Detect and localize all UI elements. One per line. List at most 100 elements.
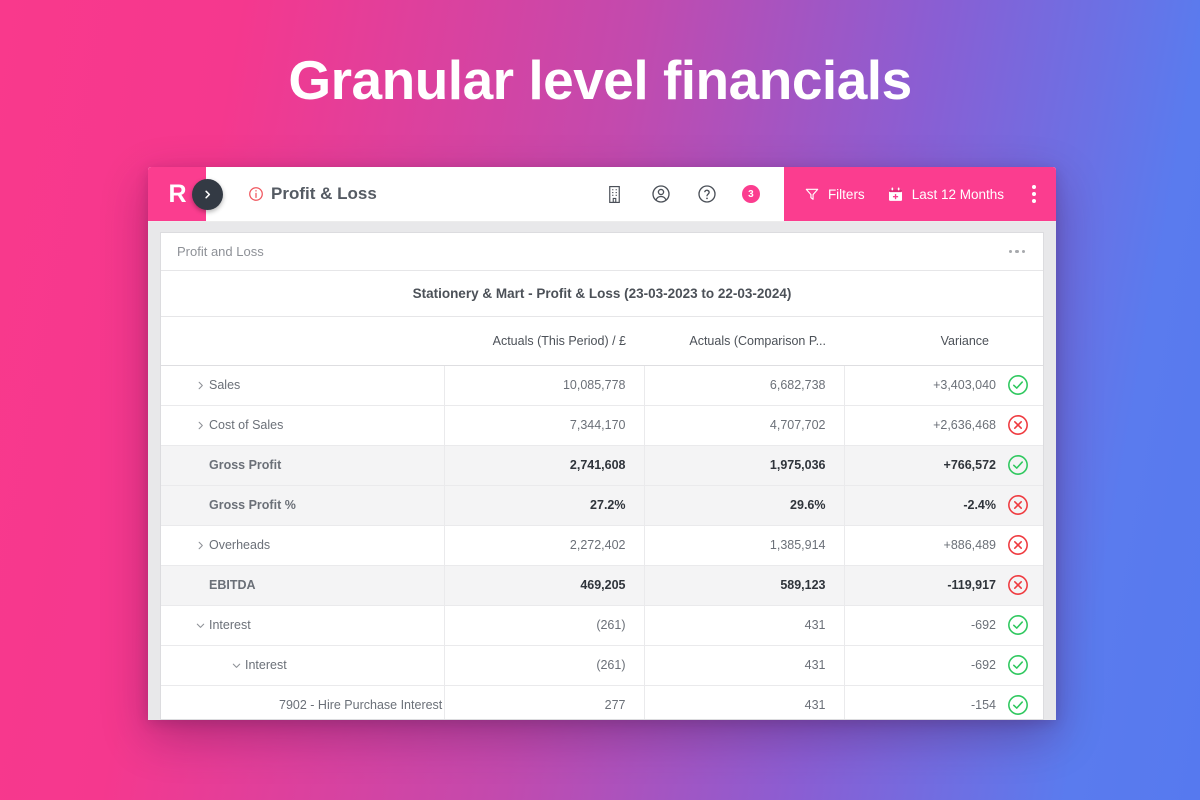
notification-badge[interactable]: 3 [741,185,760,203]
status-badge [1007,614,1029,636]
row-label-cell: Interest [161,645,444,686]
row-actuals-comparison-cell: 589,123 [643,564,844,606]
table-body: Sales 10,085,778 6,682,738 +3,403,040 Cost o… [161,365,1044,719]
row-label-inner: Gross Profit % [175,498,444,512]
table-row[interactable]: EBITDA 469,205 589,123 -119,917 [161,564,1043,606]
status-badge [1007,694,1029,716]
row-label-text: EBITDA [209,578,256,592]
row-actuals-this-period-cell: 2,272,402 [443,525,644,566]
row-actuals-this-period-cell: (261) [443,645,644,686]
column-header-actuals-this-period[interactable]: Actuals (This Period) / £ [444,317,644,366]
date-range-button[interactable]: Last 12 Months [887,186,1004,203]
row-variance-cell: +886,489 [843,525,1044,566]
row-actuals-comparison-cell: 4,707,702 [643,405,844,446]
row-actuals-this-period-cell: 10,085,778 [443,365,644,406]
nav-toggle-button[interactable] [192,179,223,210]
table-row[interactable]: Interest (261) 431 -692 [161,605,1044,646]
table-row[interactable]: Sales 10,085,778 6,682,738 +3,403,040 [161,365,1044,406]
variance-wrapper: -692 [845,614,1044,636]
table-row[interactable]: 7902 - Hire Purchase Interest 277 431 -154 [161,685,1043,719]
account-icon[interactable] [650,183,672,205]
column-header-variance[interactable]: Variance [844,317,1043,366]
variance-wrapper: +2,636,468 [845,414,1044,436]
row-label-text: Interest [209,618,251,632]
status-cross-icon [1008,575,1028,595]
variance-value: -154 [970,698,996,712]
report-title: Stationery & Mart - Profit & Loss (23-03… [412,286,792,301]
row-expander-toggle[interactable] [227,660,245,671]
chevron-right-icon [205,190,211,199]
row-label-inner: Sales [175,378,444,392]
row-actuals-comparison-cell: 431 [643,645,844,686]
filters-button[interactable]: Filters [804,186,865,202]
row-label-inner: Cost of Sales [175,418,444,432]
table-row[interactable]: Overheads 2,272,402 1,385,914 +886,489 [161,525,1044,566]
chevron-down-icon [196,623,204,628]
row-variance-cell: +3,403,040 [843,365,1044,406]
status-badge [1007,574,1029,596]
row-variance-cell: -119,917 [843,564,1043,606]
column-header-actuals-comparison[interactable]: Actuals (Comparison P... [644,317,844,366]
card-header: Profit and Loss [161,233,1043,271]
banner: Granular level financials [0,0,1200,160]
table-row[interactable]: Gross Profit 2,741,608 1,975,036 +766,572 [161,444,1043,486]
status-badge [1007,374,1029,396]
row-label-cell: Sales [161,365,444,406]
row-label-inner: EBITDA [175,578,444,592]
breadcrumb: Profit and Loss [177,244,264,259]
row-label-inner: Gross Profit [175,458,444,472]
topbar-actions: Filters Last 12 Months [783,167,1056,221]
status-cross-icon [1008,495,1028,515]
info-circle-icon[interactable] [248,186,264,202]
status-cross-icon [1008,415,1028,435]
status-badge [1007,454,1029,476]
row-actuals-comparison-cell: 431 [643,685,844,719]
kebab-menu-icon[interactable] [1026,181,1042,207]
table-row[interactable]: Interest (261) 431 -692 [161,645,1044,686]
column-header-label [161,317,444,366]
building-icon[interactable] [604,183,626,205]
variance-wrapper: -692 [845,654,1044,676]
table-header-row: Actuals (This Period) / £ Actuals (Compa… [161,317,1043,366]
row-label-inner: Interest [175,618,444,632]
app-content: Profit and Loss Stationery & Mart - Prof… [148,222,1056,720]
table-row[interactable]: Gross Profit % 27.2% 29.6% -2.4% [161,484,1043,526]
variance-value: +886,489 [943,538,996,552]
row-label-cell: Interest [161,605,444,646]
status-cross-icon [1008,535,1028,555]
chevron-right-icon [198,541,203,549]
row-actuals-this-period-cell: 27.2% [443,484,644,526]
ellipsis-horizontal-icon[interactable] [1007,244,1028,260]
table-row[interactable]: Cost of Sales 7,344,170 4,707,702 +2,636,46… [161,405,1044,446]
app-window: R Profit & Loss 3 Filters Last 12 Months… [148,167,1056,720]
row-expander-toggle[interactable] [191,420,209,431]
row-label-cell: Overheads [161,525,444,566]
table-header: Actuals (This Period) / £ Actuals (Compa… [161,317,1043,366]
variance-value: -2.4% [963,498,996,512]
row-expander-toggle[interactable] [191,540,209,551]
status-badge [1007,494,1029,516]
variance-value: +766,572 [943,458,996,472]
row-label-text: Sales [209,378,241,392]
row-label-text: Overheads [209,538,271,552]
variance-wrapper: +3,403,040 [845,374,1044,396]
row-actuals-comparison-cell: 1,975,036 [643,444,844,486]
status-badge [1007,414,1029,436]
row-actuals-this-period-cell: 2,741,608 [443,444,644,486]
page-title: Profit & Loss [271,184,377,203]
row-expander-toggle[interactable] [191,620,209,631]
row-label-text: Gross Profit [209,458,282,472]
report-title-row: Stationery & Mart - Profit & Loss (23-03… [161,271,1043,317]
chevron-right-icon [198,421,203,429]
variance-wrapper: +886,489 [845,534,1044,556]
filters-label: Filters [827,186,865,202]
row-actuals-this-period-cell: 469,205 [443,564,644,606]
row-actuals-comparison-cell: 431 [643,605,844,646]
row-expander-toggle[interactable] [191,380,209,391]
help-icon[interactable] [696,183,718,205]
status-badge [1007,654,1029,676]
variance-value: -692 [970,618,996,632]
row-label-text: 7902 - Hire Purchase Interest [279,698,443,712]
row-variance-cell: -692 [843,645,1044,686]
